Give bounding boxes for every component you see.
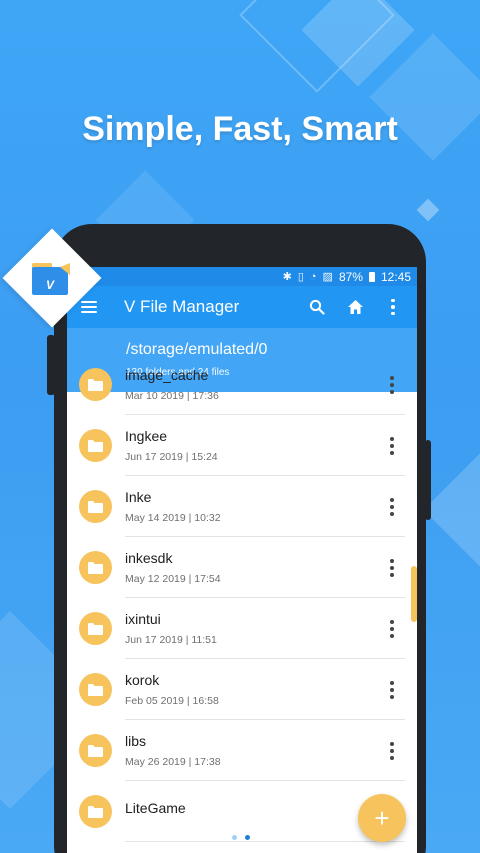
search-icon [309, 299, 325, 315]
file-name: korok [125, 672, 160, 688]
more-vert-icon [390, 558, 394, 577]
decor-diamond [423, 453, 480, 567]
item-more-button[interactable] [377, 736, 407, 766]
pager-dot [245, 835, 250, 840]
promo-headline: Simple, Fast, Smart [82, 110, 398, 148]
file-date: Jun 17 2019 | 15:24 [125, 451, 218, 463]
folder-icon [79, 429, 112, 462]
more-vert-icon [391, 298, 395, 316]
vibrate-icon: ▯ [297, 271, 304, 283]
item-more-button[interactable] [377, 553, 407, 583]
more-vert-icon [390, 741, 394, 760]
file-date: Feb 05 2019 | 16:58 [125, 695, 219, 707]
more-vert-icon [390, 497, 394, 516]
file-list-item[interactable]: Ingkee Jun 17 2019 | 15:24 [67, 415, 417, 476]
menu-icon[interactable] [81, 301, 97, 313]
page-indicator [232, 835, 250, 840]
file-name: libs [125, 733, 147, 749]
file-list-item[interactable]: ixintui Jun 17 2019 | 11:51 [67, 598, 417, 659]
file-list-item[interactable]: libs May 26 2019 | 17:38 [67, 720, 417, 781]
phone-screen: ✱ ▯ ◔ ▨ 87% 12:45 V File Manager /storag… [67, 267, 417, 853]
add-fab-button[interactable]: + [358, 794, 406, 842]
item-more-button[interactable] [377, 370, 407, 400]
folder-icon [79, 734, 112, 767]
more-vert-icon [390, 375, 394, 394]
file-name: inkesdk [125, 550, 173, 566]
battery-percent: 87% [338, 269, 363, 284]
pager-dot [232, 835, 237, 840]
app-bar: V File Manager [67, 286, 417, 328]
file-list-item[interactable]: image_cache Mar 10 2019 | 17:36 [67, 354, 417, 415]
file-date: May 14 2019 | 10:32 [125, 512, 221, 524]
folder-icon [79, 795, 112, 828]
battery-icon [368, 271, 375, 282]
svg-text:V: V [46, 278, 55, 292]
home-button[interactable] [339, 291, 371, 323]
more-vert-icon [390, 619, 394, 638]
file-name: image_cache [125, 367, 209, 383]
folder-icon [79, 673, 112, 706]
overflow-menu-button[interactable] [377, 291, 409, 323]
file-name: LiteGame [125, 800, 186, 816]
file-date: Mar 10 2019 | 17:36 [125, 390, 219, 402]
plus-icon: + [374, 802, 390, 833]
file-date: May 12 2019 | 17:54 [125, 573, 221, 585]
item-more-button[interactable] [377, 492, 407, 522]
folder-icon [79, 490, 112, 523]
file-list-item[interactable]: korok Feb 05 2019 | 16:58 [67, 659, 417, 720]
item-more-button[interactable] [377, 614, 407, 644]
status-bar: ✱ ▯ ◔ ▨ 87% 12:45 [67, 267, 417, 286]
folder-icon [79, 612, 112, 645]
item-more-button[interactable] [377, 431, 407, 461]
more-vert-icon [390, 680, 394, 699]
folder-icon [79, 551, 112, 584]
wifi-icon: ◔ [309, 270, 317, 283]
folder-icon [79, 368, 112, 401]
home-icon [347, 300, 363, 314]
file-list[interactable]: image_cache Mar 10 2019 | 17:36 Ingkee Jun … [67, 367, 417, 853]
file-date: Jun 17 2019 | 11:51 [125, 634, 217, 646]
item-more-button[interactable] [377, 675, 407, 705]
app-logo-icon: V [32, 263, 70, 295]
bluetooth-icon: ✱ [282, 271, 292, 283]
clock: 12:45 [380, 269, 411, 284]
fast-scroll-handle[interactable] [411, 566, 417, 622]
no-sim-icon: ▨ [322, 271, 333, 283]
decor-diamond [416, 198, 440, 222]
file-list-item[interactable]: inkesdk May 12 2019 | 17:54 [67, 537, 417, 598]
search-button[interactable] [301, 291, 333, 323]
file-name: Ingkee [125, 428, 168, 444]
more-vert-icon [390, 436, 394, 455]
file-list-item[interactable]: Inke May 14 2019 | 10:32 [67, 476, 417, 537]
file-date: May 26 2019 | 17:38 [125, 756, 221, 768]
file-name: ixintui [125, 611, 161, 627]
file-name: Inke [125, 489, 152, 505]
app-title: V File Manager [124, 297, 240, 316]
